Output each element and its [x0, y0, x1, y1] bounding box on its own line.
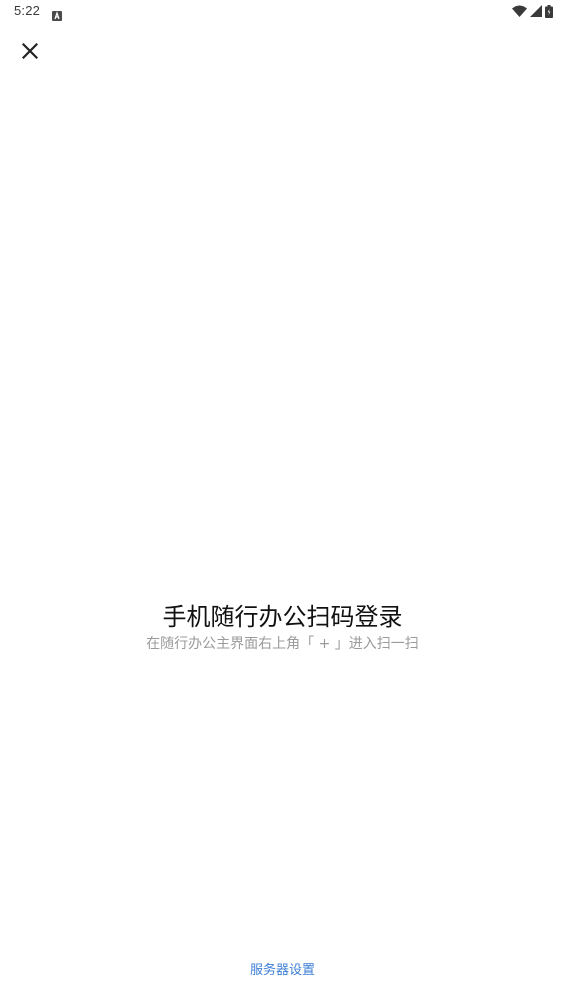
status-time: 5:22	[14, 3, 41, 18]
scan-hint-text: 在随行办公主界面右上角「 + 」进入扫一扫	[146, 636, 419, 652]
status-icons	[512, 4, 553, 18]
battery-icon	[545, 4, 553, 18]
font-icon	[52, 6, 62, 21]
close-icon	[21, 42, 39, 63]
server-settings-link[interactable]: 服务器设置	[250, 963, 315, 978]
page-title: 手机随行办公扫码登录	[162, 603, 403, 631]
close-button[interactable]	[14, 37, 46, 69]
signal-icon	[530, 5, 542, 17]
wifi-icon	[512, 5, 527, 17]
status-bar: 5:22	[0, 0, 565, 24]
scan-login-screen: 5:22 手机随行办公扫码登录 在随行办公主界面右上角「 + 」进入扫一扫 服务…	[0, 0, 565, 1004]
server-settings-container: 服务器设置	[0, 961, 565, 981]
